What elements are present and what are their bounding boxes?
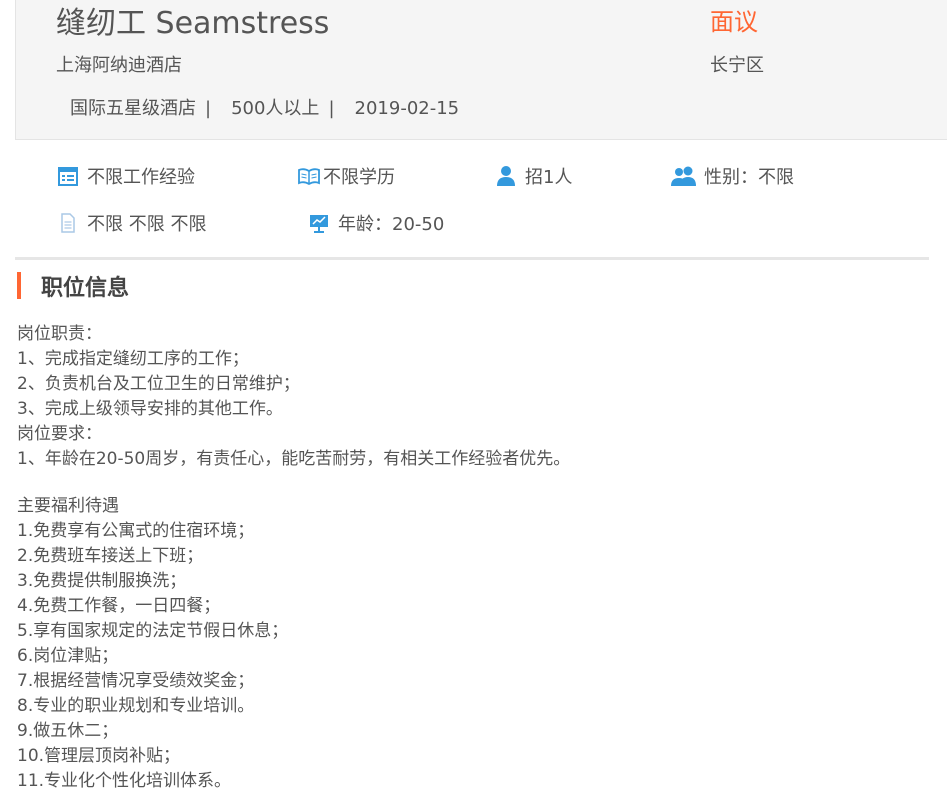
meta-separator: | <box>205 98 212 119</box>
description-line: 8.专业的职业规划和专业培训。 <box>17 696 255 716</box>
gender-label: 性别：不限 <box>704 167 794 188</box>
district: 长宁区 <box>710 55 764 76</box>
book-icon <box>298 168 320 186</box>
req-other: 不限 不限 不限 <box>57 210 206 236</box>
people-icon <box>671 166 696 186</box>
description-line: 岗位职责： <box>17 324 102 344</box>
company-size: 500人以上 <box>231 98 320 119</box>
description-line: 9.做五休二； <box>17 721 119 741</box>
age-label: 年龄：20-50 <box>338 214 445 235</box>
description-line: 1、年龄在20-50周岁，有责任心，能吃苦耐劳，有相关工作经验者优先。 <box>17 449 571 469</box>
description-line: 10.管理层顶岗补贴； <box>17 746 181 766</box>
company-name[interactable]: 上海阿纳迪酒店 <box>56 51 182 77</box>
meta-separator: | <box>328 98 335 119</box>
salary: 面议 <box>710 8 758 36</box>
description-line: 岗位要求： <box>17 424 102 444</box>
presentation-icon <box>310 215 328 233</box>
post-date: 2019-02-15 <box>354 98 460 119</box>
req-headcount: 招1人 <box>495 163 572 189</box>
req-age: 年龄：20-50 <box>308 210 444 236</box>
company-meta: 国际五星级酒店 | 500人以上 | 2019-02-15 <box>70 94 459 120</box>
section-divider <box>15 257 929 260</box>
education-label: 不限学历 <box>323 167 395 188</box>
req-education: 不限学历 <box>297 163 395 189</box>
document-icon <box>61 213 75 233</box>
description-line: 主要福利待遇 <box>17 496 119 516</box>
description-line: 5.享有国家规定的法定节假日休息； <box>17 621 289 641</box>
description-line: 4.免费工作餐，一日四餐； <box>17 596 221 616</box>
company-type: 国际五星级酒店 <box>70 98 196 119</box>
headcount-label: 招1人 <box>525 167 573 188</box>
section-title: 职位信息 <box>41 276 130 301</box>
job-description: 岗位职责： 1、完成指定缝纫工序的工作； 2、负责机台及工位卫生的日常维护； 3、完成… <box>17 322 917 794</box>
description-line: 1.免费享有公寓式的住宿环境； <box>17 521 255 541</box>
description-line: 3、完成上级领导安排的其他工作。 <box>17 399 283 419</box>
description-line: 2.免费班车接送上下班； <box>17 546 204 566</box>
description-line: 6.岗位津贴； <box>17 646 119 666</box>
description-blank-line <box>17 472 917 494</box>
job-title: 缝纫工 Seamstress <box>56 6 330 41</box>
other-requirements: 不限 不限 不限 <box>87 214 207 235</box>
calendar-icon <box>58 167 78 186</box>
description-line: 2、负责机台及工位卫生的日常维护； <box>17 374 300 394</box>
description-line: 1、完成指定缝纫工序的工作； <box>17 349 249 369</box>
req-experience: 不限工作经验 <box>57 163 195 189</box>
person-icon <box>497 166 515 186</box>
experience-label: 不限工作经验 <box>87 167 195 188</box>
description-line: 7.根据经营情况享受绩效奖金； <box>17 671 255 691</box>
description-line: 11.专业化个性化培训体系。 <box>17 771 232 791</box>
description-line: 3.免费提供制服换洗； <box>17 571 187 591</box>
section-accent-bar <box>17 272 21 299</box>
req-gender: 性别：不限 <box>670 163 794 189</box>
